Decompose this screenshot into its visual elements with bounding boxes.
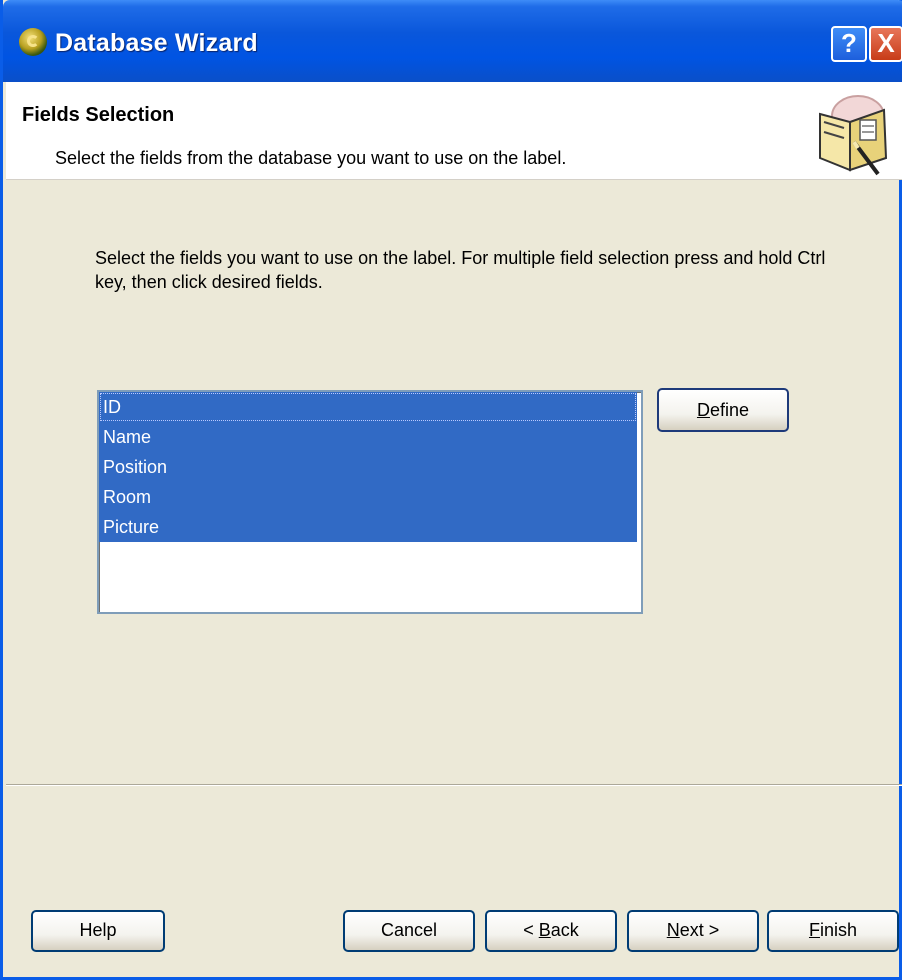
fields-listbox[interactable]: ID Name Position Room Picture (97, 390, 643, 614)
define-button[interactable]: Define (657, 388, 789, 432)
help-label: Help (79, 920, 117, 940)
help-button[interactable]: Help (31, 910, 165, 952)
title-bar[interactable]: Database Wizard ? X (3, 0, 902, 82)
finish-label: inish (819, 920, 858, 940)
window-title: Database Wizard (55, 29, 258, 57)
instructions-text: Select the fields you want to use on the… (95, 248, 826, 292)
list-item-room[interactable]: Room (99, 482, 637, 512)
database-wizard-window: Database Wizard ? X Fields Selection Sel… (0, 0, 902, 980)
close-icon: X (877, 28, 895, 58)
next-button[interactable]: Next > (627, 910, 759, 952)
back-arrow: < (523, 920, 539, 940)
wizard-book-icon (819, 95, 888, 176)
app-icon (19, 28, 47, 56)
back-button[interactable]: < Back (485, 910, 617, 952)
define-accel: D (696, 400, 710, 420)
next-label: ext > (679, 920, 720, 940)
list-item-position[interactable]: Position (99, 452, 637, 482)
step-title: Fields Selection (22, 104, 175, 126)
close-button[interactable]: X (869, 26, 902, 62)
back-label: ack (550, 920, 579, 940)
define-label: efine (709, 400, 750, 420)
step-subtitle: Select the fields from the database you … (55, 148, 567, 168)
wizard-header: Fields Selection Select the fields from … (6, 82, 902, 180)
help-title-button[interactable]: ? (831, 26, 867, 62)
finish-button[interactable]: Finish (767, 910, 899, 952)
list-item-name[interactable]: Name (99, 422, 637, 452)
footer-separator (6, 784, 902, 786)
back-accel: B (538, 920, 551, 940)
next-accel: N (666, 920, 680, 940)
cancel-label: Cancel (380, 920, 438, 940)
list-item-id[interactable]: ID (99, 392, 637, 422)
list-item-picture[interactable]: Picture (99, 512, 637, 542)
finish-accel: F (808, 920, 820, 940)
cancel-button[interactable]: Cancel (343, 910, 475, 952)
question-icon: ? (841, 28, 857, 58)
